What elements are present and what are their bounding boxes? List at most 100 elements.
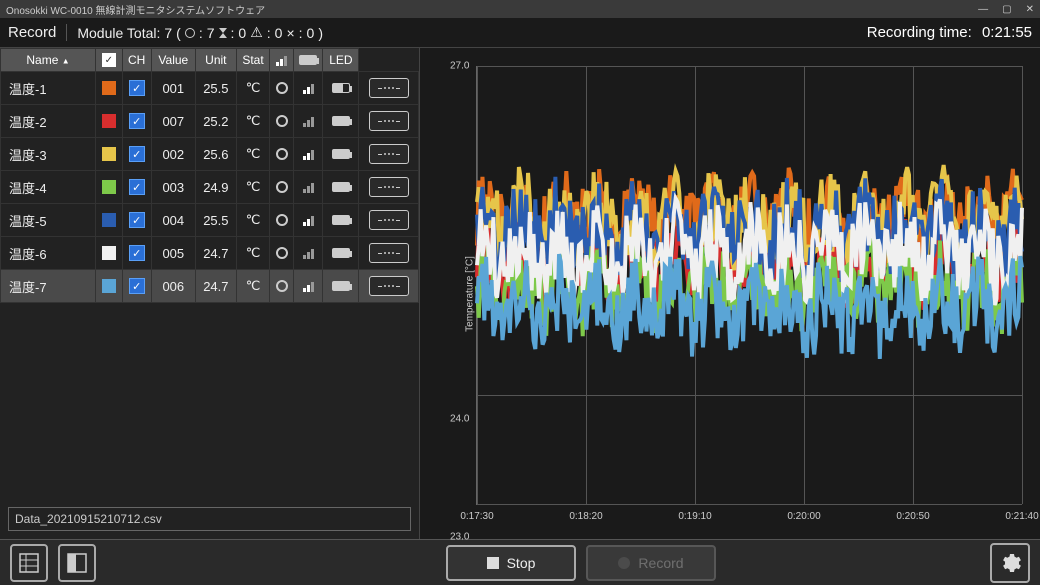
table-row[interactable]: 温度-3✓00225.6℃: [1, 138, 419, 171]
channel-panel: Name ▲ ✓ CH Value Unit Stat LED 温度-1✓001…: [0, 48, 420, 539]
row-signal: [294, 237, 323, 270]
row-stat: [270, 138, 294, 171]
output-file[interactable]: Data_20210915210712.csv: [8, 507, 411, 531]
warning-icon: ⚠: [250, 24, 263, 41]
col-color[interactable]: ✓: [96, 49, 123, 72]
table-row[interactable]: 温度-1✓00125.5℃: [1, 72, 419, 105]
stop-icon: [487, 557, 499, 569]
row-led[interactable]: [359, 270, 419, 303]
row-signal: [294, 72, 323, 105]
maximize-icon[interactable]: ▢: [1002, 4, 1011, 15]
layout-list-button[interactable]: [10, 544, 48, 582]
signal-icon: [297, 214, 319, 226]
row-battery: [323, 237, 359, 270]
col-stat[interactable]: Stat: [236, 49, 269, 72]
table-row[interactable]: 温度-7✓00624.7℃: [1, 270, 419, 303]
row-checkbox[interactable]: ✓: [122, 105, 151, 138]
battery-icon: [332, 182, 350, 192]
row-ch: 005: [151, 237, 195, 270]
record-icon: [618, 557, 630, 569]
row-value: 24.7: [195, 270, 236, 303]
ok-icon: [185, 28, 195, 38]
status-ok-icon: [276, 247, 288, 259]
table-row[interactable]: 温度-2✓00725.2℃: [1, 105, 419, 138]
layout-split-button[interactable]: [58, 544, 96, 582]
row-color: [96, 270, 123, 303]
row-stat: [270, 237, 294, 270]
row-name: 温度-5: [1, 204, 96, 237]
chart-xtick: 0:21:40: [1005, 511, 1038, 522]
row-name: 温度-4: [1, 171, 96, 204]
table-row[interactable]: 温度-4✓00324.9℃: [1, 171, 419, 204]
row-color: [96, 105, 123, 138]
chart-xtick: 0:20:50: [896, 511, 929, 522]
chart-xtick: 0:20:00: [787, 511, 820, 522]
signal-icon: [297, 181, 319, 193]
signal-icon: [297, 280, 319, 292]
chart-ytick: 23.0: [450, 532, 469, 543]
row-value: 25.5: [195, 72, 236, 105]
row-name: 温度-2: [1, 105, 96, 138]
signal-icon: [297, 148, 319, 160]
led-button: [369, 276, 409, 296]
row-led[interactable]: [359, 204, 419, 237]
table-row[interactable]: 温度-6✓00524.7℃: [1, 237, 419, 270]
chart-ytick: 27.0: [450, 61, 469, 72]
row-stat: [270, 270, 294, 303]
row-led[interactable]: [359, 237, 419, 270]
row-checkbox[interactable]: ✓: [122, 237, 151, 270]
titlebar: Onosokki WC-0010 無線計測モニタシステムソフトウェア — ▢ ✕: [0, 0, 1040, 18]
row-value: 24.7: [195, 237, 236, 270]
row-unit: ℃: [236, 105, 269, 138]
row-signal: [294, 270, 323, 303]
row-checkbox[interactable]: ✓: [122, 204, 151, 237]
battery-icon: [332, 248, 350, 258]
signal-icon: [297, 247, 319, 259]
row-led[interactable]: [359, 72, 419, 105]
row-signal: [294, 204, 323, 237]
toggle-all-icon: ✓: [102, 53, 116, 67]
table-row[interactable]: 温度-5✓00425.5℃: [1, 204, 419, 237]
row-led[interactable]: [359, 105, 419, 138]
row-unit: ℃: [236, 138, 269, 171]
col-signal[interactable]: [270, 49, 294, 72]
col-unit[interactable]: Unit: [195, 49, 236, 72]
row-color: [96, 138, 123, 171]
led-button: [369, 111, 409, 131]
col-ch[interactable]: CH: [122, 49, 151, 72]
stop-button[interactable]: Stop: [446, 545, 576, 581]
led-button: [369, 243, 409, 263]
col-led[interactable]: LED: [323, 49, 359, 72]
chart-plot[interactable]: 0:17:300:18:200:19:100:20:000:20:500:21:…: [476, 66, 1022, 505]
row-ch: 002: [151, 138, 195, 171]
row-checkbox[interactable]: ✓: [122, 72, 151, 105]
row-checkbox[interactable]: ✓: [122, 270, 151, 303]
row-signal: [294, 105, 323, 138]
status-ok-icon: [276, 181, 288, 193]
row-stat: [270, 72, 294, 105]
row-value: 25.2: [195, 105, 236, 138]
gear-icon: [998, 551, 1022, 575]
row-checkbox[interactable]: ✓: [122, 171, 151, 204]
row-name: 温度-3: [1, 138, 96, 171]
battery-icon: [332, 116, 350, 126]
row-led[interactable]: [359, 171, 419, 204]
row-ch: 006: [151, 270, 195, 303]
row-checkbox[interactable]: ✓: [122, 138, 151, 171]
col-value[interactable]: Value: [151, 49, 195, 72]
row-led[interactable]: [359, 138, 419, 171]
status-ok-icon: [276, 280, 288, 292]
battery-icon: [332, 83, 350, 93]
row-ch: 001: [151, 72, 195, 105]
close-icon[interactable]: ✕: [1026, 4, 1034, 15]
module-total: Module Total:7 ( :7 :0 ⚠:0 ×:0 ): [67, 24, 323, 41]
settings-button[interactable]: [990, 543, 1030, 583]
col-name[interactable]: Name ▲: [1, 49, 96, 72]
minimize-icon[interactable]: —: [978, 4, 988, 15]
col-battery[interactable]: [294, 49, 323, 72]
row-ch: 003: [151, 171, 195, 204]
row-value: 24.9: [195, 171, 236, 204]
chart-xtick: 0:19:10: [678, 511, 711, 522]
row-unit: ℃: [236, 270, 269, 303]
row-battery: [323, 72, 359, 105]
